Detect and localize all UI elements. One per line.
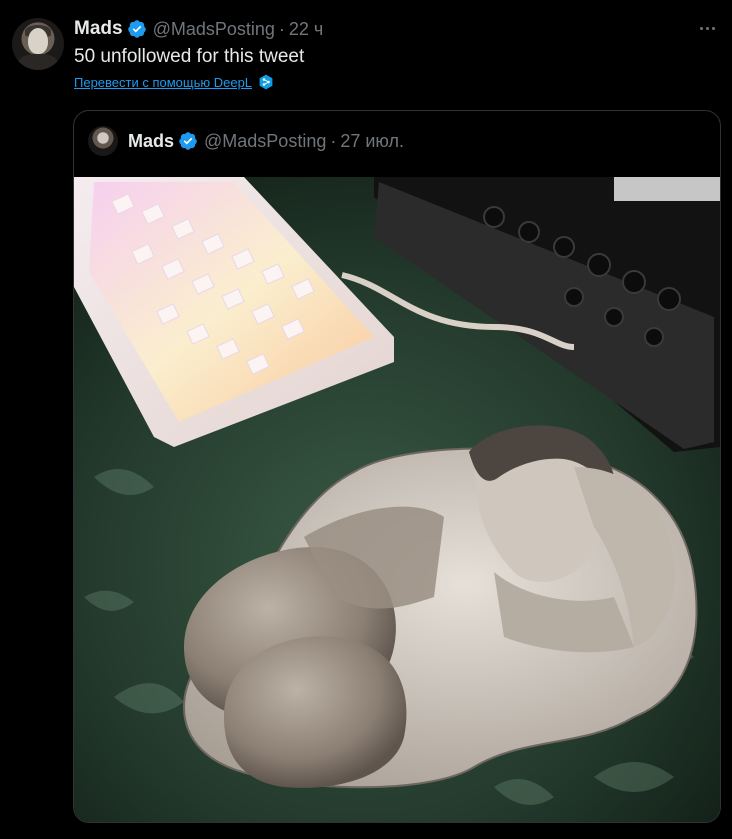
- more-options-icon[interactable]: [696, 18, 718, 38]
- avatar-body: [18, 54, 58, 70]
- author-avatar[interactable]: [12, 18, 64, 70]
- deepl-icon: [259, 74, 273, 90]
- quoted-author-name: Mads: [128, 130, 175, 151]
- quoted-author-handle: @MadsPosting: [204, 130, 327, 151]
- verified-badge-icon: [127, 20, 146, 38]
- tweet-header: Mads @MadsPosting · 22 ч: [74, 16, 323, 42]
- quoted-tweet-header: Mads @MadsPosting · 27 июл.: [88, 126, 405, 156]
- avatar-face: [28, 28, 48, 54]
- quoted-tweet-timestamp: 27 июл.: [340, 130, 405, 151]
- separator-dot: ·: [278, 18, 285, 39]
- tweet-media-photo[interactable]: [74, 177, 720, 822]
- quoted-tweet[interactable]: Mads @MadsPosting · 27 июл.: [73, 110, 721, 823]
- tweet-timestamp[interactable]: 22 ч: [289, 19, 323, 40]
- translate-link[interactable]: Перевести с помощью DeepL: [74, 75, 252, 90]
- quoted-author-avatar: [88, 126, 118, 156]
- separator-dot: ·: [330, 130, 337, 151]
- translate-row: Перевести с помощью DeepL: [74, 74, 274, 90]
- tweet-text: 50 unfollowed for this tweet: [74, 46, 305, 67]
- verified-badge-icon: [179, 132, 197, 150]
- author-name[interactable]: Mads: [74, 18, 123, 40]
- photo-illustration: [74, 177, 720, 822]
- author-handle[interactable]: @MadsPosting: [153, 19, 275, 40]
